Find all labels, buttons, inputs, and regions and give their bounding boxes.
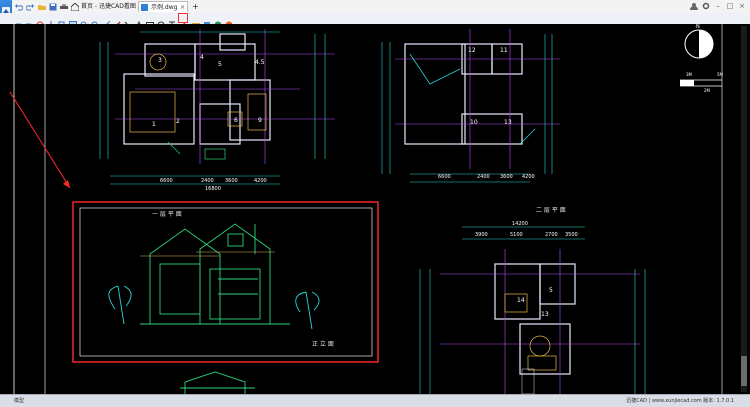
svg-text:N: N <box>696 24 700 30</box>
svg-text:11: 11 <box>500 47 508 54</box>
maximize-button[interactable]: □ <box>726 2 734 11</box>
svg-text:5M: 5M <box>717 72 724 77</box>
svg-text:14: 14 <box>517 297 525 304</box>
svg-text:5: 5 <box>218 61 222 68</box>
svg-text:2400: 2400 <box>477 174 490 180</box>
settings-icon[interactable] <box>702 2 710 11</box>
background-icon[interactable] <box>225 14 233 29</box>
polyline-tool-icon[interactable] <box>135 14 143 29</box>
drawing-canvas[interactable]: 3 5 4 4.5 2 1 6 9 6600 2400 3600 4200 16800 <box>0 24 750 394</box>
undo-icon[interactable] <box>14 2 23 11</box>
zoom-window-icon[interactable] <box>69 14 77 29</box>
dwg-file-icon <box>141 4 148 11</box>
dim-4200: 4200 <box>254 178 267 184</box>
pan-icon[interactable] <box>47 14 55 29</box>
app-version-text: 迅捷CAD | www.xunjiecad.com 版本: 1.7.0.1 <box>626 398 734 404</box>
new-tab-button[interactable]: + <box>190 1 200 12</box>
rectangle-tool-icon[interactable] <box>146 14 154 28</box>
zoom-in-icon[interactable] <box>80 14 89 30</box>
tab-drawing[interactable]: 示例.dwg × <box>138 1 188 12</box>
user-icon[interactable] <box>690 2 698 11</box>
vertical-scrollbar[interactable] <box>738 26 750 392</box>
status-bar: 模型 迅捷CAD | www.xunjiecad.com 版本: 1.7.0.1 <box>0 394 750 407</box>
svg-text:4: 4 <box>200 54 204 61</box>
svg-text:13: 13 <box>504 119 512 126</box>
minimize-button[interactable]: – <box>714 2 722 11</box>
first-floor-plan: 3 5 4 4.5 2 1 6 9 6600 2400 3600 4200 16800 <box>99 29 335 192</box>
edit-pen-icon[interactable] <box>113 14 121 29</box>
print-icon[interactable] <box>59 2 68 11</box>
open-folder-icon[interactable] <box>37 2 46 11</box>
line-tool-icon[interactable] <box>124 14 132 29</box>
tab-home-label: 首页 - 迅捷CAD看图 <box>81 3 136 10</box>
plan3-title: 二 层 平 面 <box>536 207 566 214</box>
tab-home[interactable]: 首页 - 迅捷CAD看图 <box>69 1 137 12</box>
dim-16800: 16800 <box>205 186 221 192</box>
svg-text:9: 9 <box>258 117 262 124</box>
elevation-title: 一 层 平 面 <box>152 211 182 218</box>
toolbar-undo-icon[interactable] <box>14 14 23 29</box>
text-tool-icon[interactable] <box>168 14 176 29</box>
tab-drawing-label: 示例.dwg <box>151 4 178 11</box>
front-elevation-view: 一 层 平 面 正 立 面 <box>79 207 373 357</box>
redo-icon[interactable] <box>25 2 34 11</box>
tab-close-button[interactable]: × <box>180 2 185 13</box>
second-floor-plan-upper: 12 11 10 13 6600 2400 3600 4200 <box>381 29 560 183</box>
zoom-out-icon[interactable] <box>91 14 100 30</box>
third-elevation-partial <box>180 371 255 394</box>
north-compass: N 3M 5M 2M <box>680 24 724 93</box>
dim-3600: 3600 <box>225 178 238 184</box>
plan3-total: 14200 <box>512 221 528 227</box>
save-icon[interactable] <box>48 2 57 11</box>
close-window-button[interactable]: × <box>738 2 746 11</box>
color-icon[interactable] <box>214 14 222 29</box>
svg-text:2M: 2M <box>704 88 711 93</box>
svg-text:3600: 3600 <box>500 174 513 180</box>
dim-6600: 6600 <box>160 178 173 184</box>
elevation-label: 正 立 面 <box>312 340 334 348</box>
svg-text:5: 5 <box>549 287 553 294</box>
toolbar-redo-icon[interactable] <box>24 14 33 29</box>
svg-text:1: 1 <box>152 121 156 128</box>
second-floor-plan-lower: 二 层 平 面 14200 3900 5100 2700 3500 14513 <box>419 207 646 394</box>
svg-text:4200: 4200 <box>522 174 535 180</box>
annotate-tool-icon[interactable] <box>178 13 188 29</box>
svg-text:13: 13 <box>541 311 549 318</box>
svg-text:5100: 5100 <box>510 232 523 238</box>
svg-text:3M: 3M <box>686 72 693 77</box>
title-bar: 首页 - 迅捷CAD看图 示例.dwg × + – □ × <box>0 0 750 24</box>
svg-text:3: 3 <box>158 57 162 64</box>
model-tab[interactable]: 模型 <box>14 395 24 407</box>
selection-box <box>72 201 379 363</box>
svg-text:12: 12 <box>468 47 476 54</box>
copy-icon[interactable] <box>58 14 66 28</box>
layer-manager-icon[interactable] <box>203 14 211 28</box>
circle-tool-icon[interactable] <box>157 14 165 29</box>
svg-text:10: 10 <box>470 119 478 126</box>
refresh-icon[interactable] <box>36 14 44 29</box>
measure-icon[interactable] <box>101 14 111 30</box>
svg-text:2700: 2700 <box>545 232 558 238</box>
svg-text:2: 2 <box>176 118 180 125</box>
layers-icon[interactable] <box>192 14 200 27</box>
svg-text:4.5: 4.5 <box>255 59 265 66</box>
svg-text:3500: 3500 <box>565 232 578 238</box>
dim-2400: 2400 <box>201 178 214 184</box>
svg-text:6: 6 <box>234 117 238 124</box>
svg-text:3900: 3900 <box>475 232 488 238</box>
svg-text:6600: 6600 <box>438 174 451 180</box>
